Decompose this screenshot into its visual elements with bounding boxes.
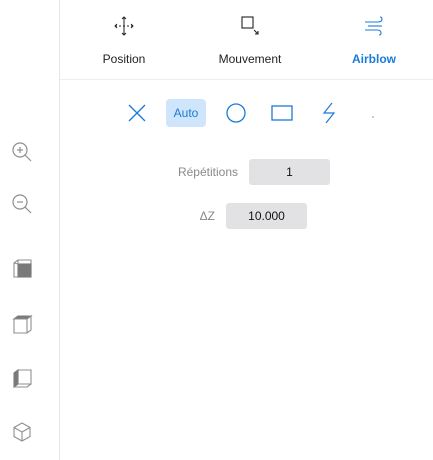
view-cube-top-icon[interactable] [9,312,35,338]
view-cube-iso-icon[interactable] [9,419,35,445]
tab-mouvement-label: Mouvement [218,52,282,66]
airblow-mode-row: Auto [60,96,433,132]
zoom-out-icon[interactable] [9,191,35,217]
top-tabs: Position Mouvement Airblow [60,0,433,80]
mode-zigzag-button[interactable] [312,99,346,127]
square-arrow-icon [236,12,264,40]
tab-airblow[interactable]: Airblow [344,12,404,74]
tab-mouvement[interactable]: Mouvement [210,12,290,74]
left-toolbar [0,0,60,460]
tab-position-label: Position [102,52,146,66]
mode-auto-button[interactable]: Auto [166,99,206,127]
mode-circle-button[interactable] [219,99,253,127]
mode-none-button[interactable] [120,99,154,127]
dz-label: ΔZ [199,209,215,223]
mode-dot-icon [371,106,375,118]
repetitions-label: Répétitions [177,165,238,179]
tab-airblow-label: Airblow [352,52,396,66]
tab-position[interactable]: Position [94,12,154,74]
zoom-in-icon[interactable] [9,139,35,165]
repetitions-input[interactable]: 1 [249,159,330,185]
mode-rectangle-button[interactable] [265,99,299,127]
dz-input[interactable]: 10.000 [226,203,307,229]
view-cube-front-icon[interactable] [9,256,35,282]
view-cube-side-icon[interactable] [9,366,35,392]
move-arrows-icon [110,12,138,40]
app-window: Position Mouvement Airblow Auto Répétiti… [0,0,433,460]
wind-icon [360,12,388,40]
